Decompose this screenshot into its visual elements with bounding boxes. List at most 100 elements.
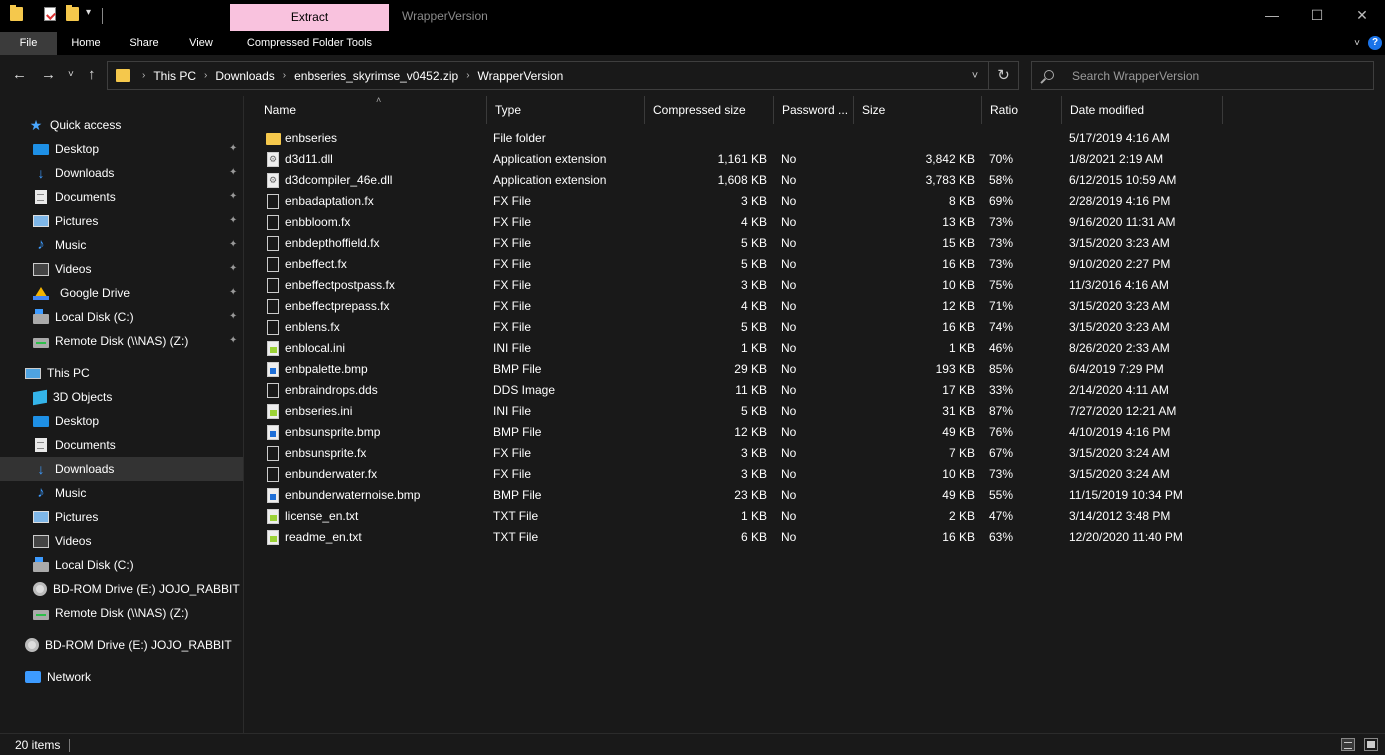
file-row[interactable]: enbadaptation.fx FX File 3 KB No 8 KB 69% 2/28… — [262, 191, 1367, 212]
sidebar-item-quick-access[interactable]: ★ Quick access — [0, 113, 243, 137]
file-row[interactable]: readme_en.txt TXT File 6 KB No 16 KB 63% 12/20… — [262, 527, 1367, 548]
pin-icon[interactable]: ✦ — [229, 192, 238, 202]
breadcrumb-separator[interactable]: › — [279, 70, 290, 81]
cell-date: 12/20/2020 11:40 PM — [1069, 530, 1183, 544]
sidebar-item-google-drive[interactable]: Google Drive ✦ — [0, 281, 243, 305]
sidebar-item-pictures[interactable]: Pictures — [0, 505, 243, 529]
column-header-type[interactable]: Type — [487, 96, 645, 124]
minimize-button[interactable]: — — [1249, 0, 1295, 32]
desktop-icon — [33, 144, 49, 155]
breadcrumb-wrapperversion[interactable]: WrapperVersion — [474, 69, 568, 83]
customize-toolbar-icon[interactable]: ▾ — [86, 7, 91, 18]
sidebar-item-local-disk[interactable]: Local Disk (C:) — [0, 553, 243, 577]
help-icon[interactable]: ? — [1368, 36, 1382, 50]
file-row[interactable]: enbunderwater.fx FX File 3 KB No 10 KB 73% 3/1… — [262, 464, 1367, 485]
extract-context-tab[interactable]: Extract — [230, 4, 389, 31]
new-folder-icon[interactable] — [66, 5, 79, 21]
sidebar-item-bd-rom-root[interactable]: BD-ROM Drive (E:) JOJO_RABBIT — [0, 633, 243, 657]
pin-icon[interactable]: ✦ — [229, 288, 238, 298]
column-header-size[interactable]: Size — [854, 96, 982, 124]
sidebar-item-pictures[interactable]: Pictures ✦ — [0, 209, 243, 233]
file-row[interactable]: enblocal.ini INI File 1 KB No 1 KB 46% 8/26/20… — [262, 338, 1367, 359]
file-row[interactable]: enbpalette.bmp BMP File 29 KB No 193 KB 85% 6/… — [262, 359, 1367, 380]
sidebar-item-videos[interactable]: Videos ✦ — [0, 257, 243, 281]
sidebar-item-3d-objects[interactable]: 3D Objects — [0, 385, 243, 409]
pin-icon[interactable]: ✦ — [229, 144, 238, 154]
breadcrumb-separator[interactable]: › — [200, 70, 211, 81]
sidebar-item-desktop[interactable]: Desktop ✦ — [0, 137, 243, 161]
recent-locations-button[interactable]: ˅ — [68, 66, 74, 84]
sidebar-item-downloads-selected[interactable]: ↓ Downloads — [0, 457, 243, 481]
details-view-icon[interactable] — [1341, 738, 1355, 751]
file-row[interactable]: enbeffectpostpass.fx FX File 3 KB No 10 KB 75… — [262, 275, 1367, 296]
file-row[interactable]: enbsunsprite.fx FX File 3 KB No 7 KB 67% 3/15/… — [262, 443, 1367, 464]
file-row[interactable]: d3dcompiler_46e.dll Application extension… — [262, 170, 1367, 191]
breadcrumb-downloads[interactable]: Downloads — [211, 69, 278, 83]
address-bar[interactable]: › This PC › Downloads › enbseries_skyrim… — [107, 61, 1019, 90]
file-row[interactable]: enbseries.ini INI File 5 KB No 31 KB 87% 7/27/… — [262, 401, 1367, 422]
column-header-name[interactable]: Name ˄ — [256, 95, 487, 124]
file-row[interactable]: enbunderwaternoise.bmp BMP File 23 KB No 49 … — [262, 485, 1367, 506]
close-button[interactable]: ✕ — [1339, 0, 1385, 32]
sidebar-item-documents[interactable]: Documents — [0, 433, 243, 457]
tab-share[interactable]: Share — [115, 32, 173, 55]
sidebar-item-remote-disk[interactable]: Remote Disk (\\NAS) (Z:) — [0, 601, 243, 625]
sidebar-item-remote-disk[interactable]: Remote Disk (\\NAS) (Z:) ✦ — [0, 329, 243, 353]
properties-icon[interactable] — [44, 7, 56, 21]
sidebar-item-network[interactable]: Network — [0, 665, 243, 689]
large-icons-view-icon[interactable] — [1364, 738, 1378, 751]
column-header-date-modified[interactable]: Date modified — [1062, 96, 1223, 124]
cell-name: enbeffect.fx — [285, 257, 347, 271]
quick-access-folder-icon[interactable] — [10, 5, 23, 21]
file-row[interactable]: enbseries File folder 5/17/2019 4:16 AM — [262, 128, 1367, 149]
address-dropdown-icon[interactable]: ˅ — [962, 70, 988, 82]
pin-icon[interactable]: ✦ — [229, 168, 238, 178]
tab-file[interactable]: File — [0, 32, 57, 55]
cell-password: No — [781, 446, 797, 460]
search-box[interactable] — [1031, 61, 1374, 90]
sidebar-item-music[interactable]: ♪ Music ✦ — [0, 233, 243, 257]
sidebar-item-this-pc[interactable]: This PC — [0, 361, 243, 385]
forward-button[interactable]: → — [41, 66, 56, 84]
sidebar-item-music[interactable]: ♪ Music — [0, 481, 243, 505]
sidebar-item-documents[interactable]: Documents ✦ — [0, 185, 243, 209]
file-row[interactable]: enblens.fx FX File 5 KB No 16 KB 74% 3/15/2020… — [262, 317, 1367, 338]
breadcrumb-separator[interactable]: › — [138, 70, 149, 81]
pin-icon[interactable]: ✦ — [229, 336, 238, 346]
file-row[interactable]: enbeffectprepass.fx FX File 4 KB No 12 KB 71%… — [262, 296, 1367, 317]
pin-icon[interactable]: ✦ — [229, 216, 238, 226]
file-row[interactable]: enbdepthoffield.fx FX File 5 KB No 15 KB 73% 3… — [262, 233, 1367, 254]
sidebar-item-desktop[interactable]: Desktop — [0, 409, 243, 433]
column-header-password[interactable]: Password ... — [774, 96, 854, 124]
file-row[interactable]: enbeffect.fx FX File 5 KB No 16 KB 73% 9/10/20… — [262, 254, 1367, 275]
breadcrumb-zip[interactable]: enbseries_skyrimse_v0452.zip — [290, 69, 462, 83]
search-input[interactable] — [1072, 62, 1362, 89]
sidebar-item-downloads[interactable]: ↓ Downloads ✦ — [0, 161, 243, 185]
file-row[interactable]: enbsunsprite.bmp BMP File 12 KB No 49 KB 76% 4… — [262, 422, 1367, 443]
navigation-pane: ★ Quick access Desktop ✦ ↓ Downloads ✦ D… — [0, 96, 244, 733]
up-button[interactable]: ↑ — [88, 66, 96, 84]
pin-icon[interactable]: ✦ — [229, 240, 238, 250]
pin-icon[interactable]: ✦ — [229, 312, 238, 322]
file-row[interactable]: enbraindrops.dds DDS Image 11 KB No 17 KB 33%… — [262, 380, 1367, 401]
tab-compressed-folder-tools[interactable]: Compressed Folder Tools — [230, 32, 389, 55]
file-row[interactable]: d3d11.dll Application extension 1,161 KB No… — [262, 149, 1367, 170]
breadcrumb-separator[interactable]: › — [462, 70, 473, 81]
tab-view[interactable]: View — [173, 32, 229, 55]
maximize-button[interactable]: ☐ — [1294, 0, 1340, 32]
cell-ratio: 69% — [989, 194, 1014, 208]
pin-icon[interactable]: ✦ — [229, 264, 238, 274]
sidebar-item-videos[interactable]: Videos — [0, 529, 243, 553]
sidebar-item-bd-rom[interactable]: BD-ROM Drive (E:) JOJO_RABBIT — [0, 577, 243, 601]
column-header-ratio[interactable]: Ratio — [982, 96, 1062, 124]
breadcrumb-this-pc[interactable]: This PC — [149, 69, 200, 83]
column-header-compressed-size[interactable]: Compressed size — [645, 96, 774, 124]
tab-home[interactable]: Home — [57, 32, 115, 55]
refresh-icon[interactable]: ↻ — [988, 62, 1018, 89]
cell-size: 8 KB — [948, 194, 975, 208]
file-row[interactable]: enbbloom.fx FX File 4 KB No 13 KB 73% 9/16/202… — [262, 212, 1367, 233]
sidebar-item-local-disk[interactable]: Local Disk (C:) ✦ — [0, 305, 243, 329]
back-button[interactable]: ← — [12, 66, 27, 84]
file-row[interactable]: license_en.txt TXT File 1 KB No 2 KB 47% 3/14/… — [262, 506, 1367, 527]
ribbon-collapse-icon[interactable]: ˅ — [1354, 38, 1360, 49]
